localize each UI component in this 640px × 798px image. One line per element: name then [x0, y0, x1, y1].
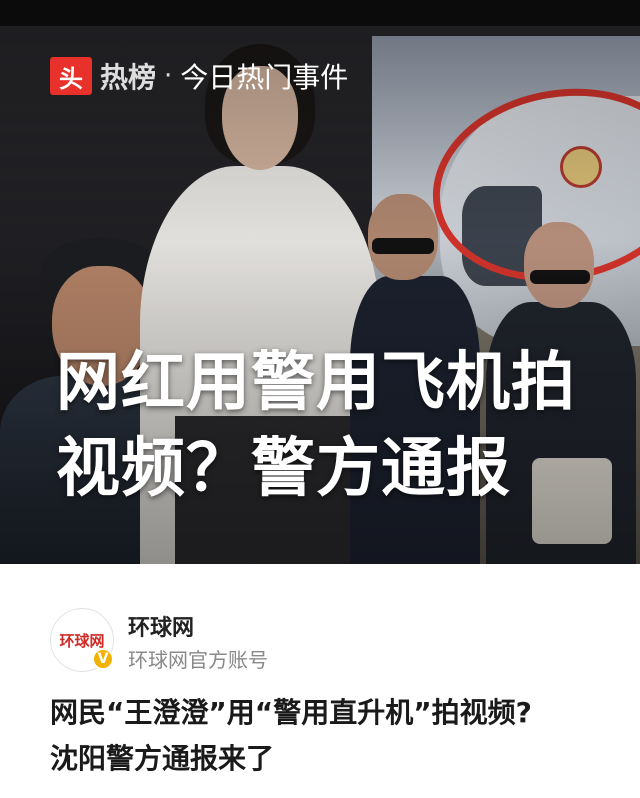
verified-icon: V	[92, 648, 114, 670]
account-description: 环球网官方账号	[128, 648, 268, 672]
hero-headline: 网红用警用飞机拍 视频？警方通报	[56, 340, 616, 512]
headline-line-1: 网红用警用飞机拍	[56, 346, 576, 420]
hot-list-badge: 头 热榜 · 今日热门事件	[50, 54, 348, 98]
headline-line-2: 视频？警方通报	[56, 432, 511, 506]
top-dark-strip	[0, 0, 640, 26]
hot-events-subtitle: 今日热门事件	[180, 61, 349, 94]
hot-list-label: 热榜	[100, 61, 157, 94]
avatar-logo-text: 环球网	[59, 631, 105, 650]
article-title[interactable]: 网民“王澄澄”用“警用直升机”拍视频? 沈阳警方通报来了	[50, 690, 610, 782]
separator-dot: ·	[164, 61, 173, 91]
article-title-line-1: 网民“王澄澄”用“警用直升机”拍视频?	[50, 696, 532, 729]
toutiao-logo: 头	[50, 57, 92, 95]
account-name[interactable]: 环球网	[128, 610, 194, 642]
article-title-line-2: 沈阳警方通报来了	[50, 742, 275, 775]
